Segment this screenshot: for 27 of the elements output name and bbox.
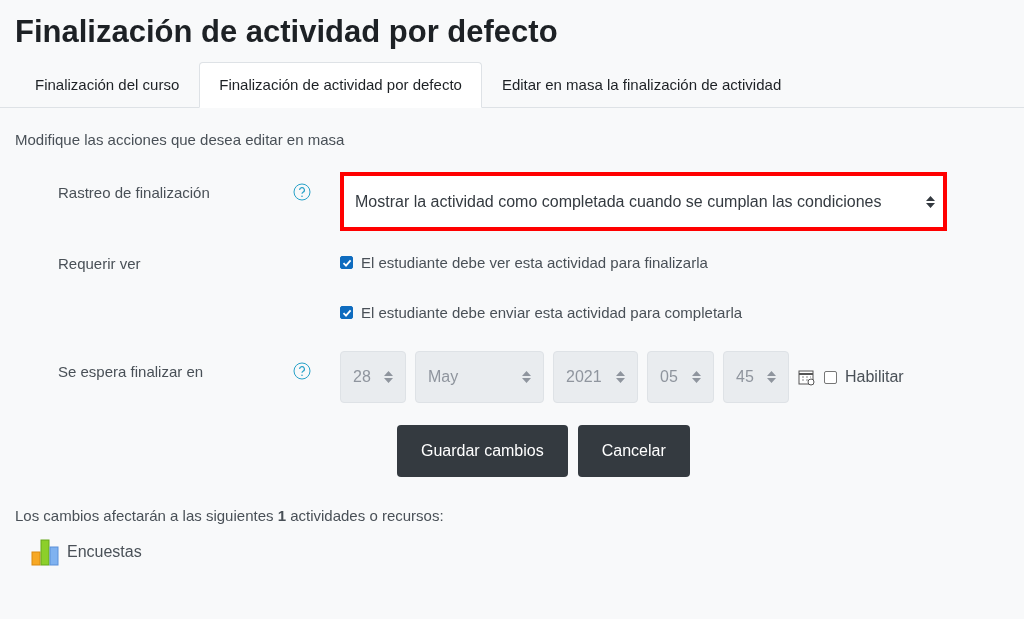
form-button[interactable]: Guardar cambios bbox=[397, 425, 568, 477]
calendar-icon[interactable] bbox=[798, 368, 815, 386]
tab[interactable]: Editar en masa la finalización de actividad bbox=[481, 62, 802, 108]
checkbox-label: Habilitar bbox=[845, 368, 904, 386]
tab[interactable]: Finalización de actividad por defecto bbox=[199, 62, 482, 108]
bar-chart-icon bbox=[31, 538, 59, 566]
field-label: Rastreo de finalización bbox=[57, 183, 211, 201]
field-label: Se espera finalizar en bbox=[57, 362, 205, 380]
select-field[interactable]: Mostrar la actividad como completada cuando se cumplan las condiciones bbox=[340, 172, 947, 231]
checkbox-label: El estudiante debe enviar esta actividad para completarla bbox=[361, 304, 743, 321]
sort-arrows-icon bbox=[616, 371, 625, 383]
tab[interactable]: Finalización del curso bbox=[15, 62, 200, 108]
checkbox[interactable] bbox=[340, 256, 353, 269]
checkbox[interactable] bbox=[340, 306, 353, 319]
sort-arrows-icon bbox=[384, 371, 393, 383]
form-button[interactable]: Cancelar bbox=[577, 425, 690, 477]
sort-arrows-icon bbox=[522, 371, 531, 383]
affected-note: Los cambios afectarán a las siguientes 1 actividades o recursos: bbox=[15, 507, 445, 524]
field-label: Requerir ver bbox=[57, 254, 142, 272]
checkbox-label: El estudiante debe ver esta actividad para finalizarla bbox=[361, 254, 708, 271]
sort-arrows-icon bbox=[692, 371, 701, 383]
resource-name[interactable]: Encuestas bbox=[67, 543, 142, 561]
sort-arrows-icon bbox=[767, 371, 776, 383]
sort-arrows-icon bbox=[926, 195, 935, 208]
page-title: Finalización de actividad por defecto bbox=[15, 14, 559, 50]
intro-text: Modifique las acciones que desea editar en masa bbox=[15, 131, 346, 148]
help-icon[interactable] bbox=[293, 183, 311, 201]
